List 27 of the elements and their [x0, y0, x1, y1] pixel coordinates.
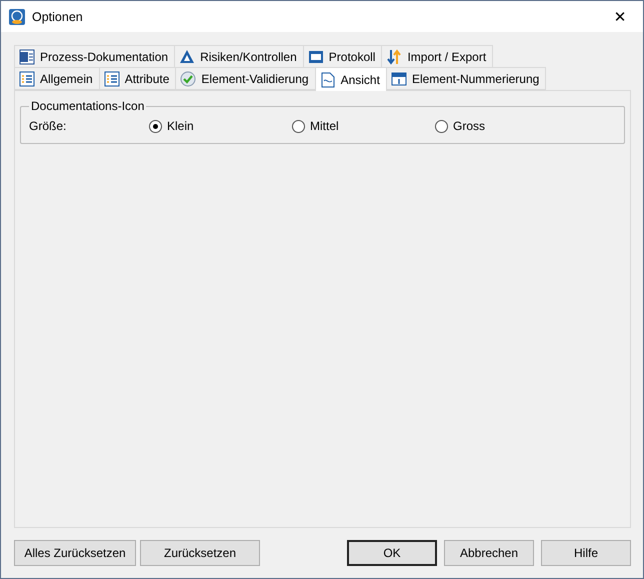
group-title: Documentations-Icon [30, 99, 146, 113]
tab[interactable]: Import / Export [381, 45, 494, 68]
app-icon [9, 8, 25, 24]
arrows-icon [386, 48, 402, 64]
window-title: Optionen [32, 10, 84, 24]
dialog-button[interactable]: Hilfe [541, 540, 631, 566]
calendar-icon [390, 70, 407, 86]
close-button[interactable]: ✕ [597, 1, 643, 32]
radio-option[interactable]: Mittel [292, 119, 435, 133]
tab[interactable]: Prozess-Dokumentation [14, 45, 176, 68]
dialog-button[interactable]: OK [347, 540, 437, 566]
reset-button[interactable]: Alles Zurücksetzen [14, 540, 136, 566]
document-icon [19, 48, 35, 64]
reset-button[interactable]: Zurücksetzen [140, 540, 260, 566]
dialog-button[interactable]: Abbrechen [444, 540, 534, 566]
triangle-icon [179, 48, 196, 64]
size-label: Größe: [29, 119, 68, 133]
document-icon [320, 72, 336, 88]
list-icon [19, 70, 35, 86]
tab[interactable]: Ansicht [314, 67, 387, 91]
tab[interactable]: Element-Nummerierung [386, 67, 546, 90]
tab[interactable]: Allgemein [14, 67, 100, 90]
radio-option[interactable]: Klein [149, 119, 292, 133]
list-icon [104, 70, 120, 86]
check-icon [180, 70, 196, 86]
window-icon [308, 48, 324, 64]
radio-option[interactable]: Gross [435, 119, 578, 133]
